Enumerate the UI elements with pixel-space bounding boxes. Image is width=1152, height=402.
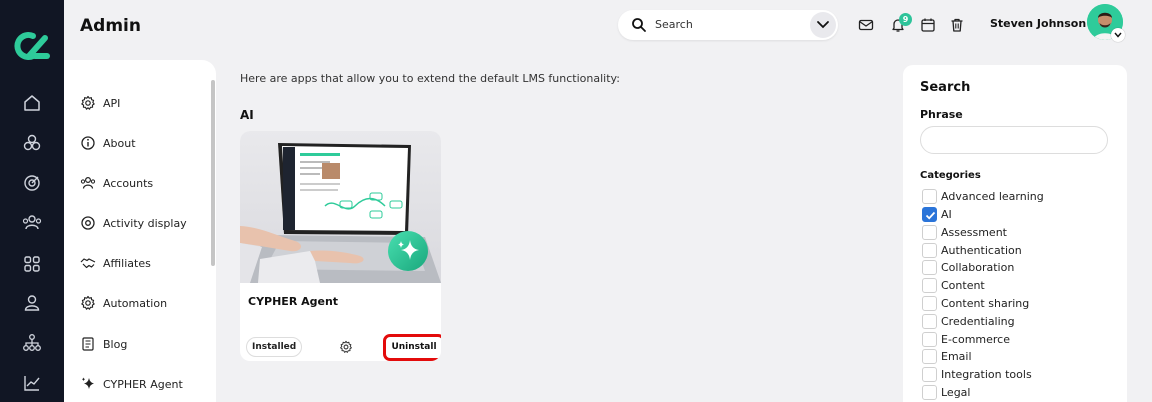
phrase-input[interactable] xyxy=(920,126,1108,154)
category-label: Collaboration xyxy=(941,260,1015,274)
notification-badge: 9 xyxy=(899,13,912,26)
nav-item-label: Accounts xyxy=(103,176,154,190)
category-authentication[interactable]: Authentication xyxy=(922,242,1022,258)
nav-item-label: Affiliates xyxy=(103,256,151,270)
global-search[interactable]: Search xyxy=(618,10,838,40)
phrase-label: Phrase xyxy=(920,108,963,121)
users-group-icon[interactable] xyxy=(22,213,42,233)
category-advanced-learning[interactable]: Advanced learning xyxy=(922,188,1044,204)
checkbox[interactable] xyxy=(922,224,937,240)
activity-icon xyxy=(81,216,95,230)
category-integration-tools[interactable]: Integration tools xyxy=(922,366,1032,382)
category-label: Email xyxy=(941,349,972,363)
nav-item-label: Automation xyxy=(103,296,168,310)
app-thumbnail xyxy=(240,131,441,283)
settings-icon[interactable] xyxy=(339,340,353,354)
category-credentialing[interactable]: Credentialing xyxy=(922,313,1015,329)
checkbox[interactable] xyxy=(922,313,937,329)
checkbox[interactable] xyxy=(922,366,937,382)
checkbox[interactable] xyxy=(922,242,937,258)
category-label: Credentialing xyxy=(941,314,1015,328)
checkbox[interactable] xyxy=(922,277,937,293)
nav-item-activity-display[interactable]: Activity display xyxy=(80,212,187,234)
nav-item-cypher-agent[interactable]: CYPHER Agent xyxy=(80,373,183,395)
blog-icon xyxy=(82,337,94,351)
nav-item-label: Activity display xyxy=(103,216,187,230)
search-scope-dropdown[interactable] xyxy=(810,12,836,38)
app-rail xyxy=(0,0,64,402)
nav-item-accounts[interactable]: Accounts xyxy=(80,172,153,194)
accounts-icon xyxy=(80,176,96,189)
checkbox[interactable] xyxy=(922,384,937,400)
checkbox[interactable] xyxy=(922,188,937,204)
category-label: Authentication xyxy=(941,243,1022,257)
search-label: Search xyxy=(655,18,693,31)
user-menu-toggle[interactable] xyxy=(1111,28,1125,42)
category-ai[interactable]: AI xyxy=(922,206,952,222)
grid-icon[interactable] xyxy=(22,254,42,274)
nav-item-label: About xyxy=(103,136,136,150)
hierarchy-icon[interactable] xyxy=(22,333,42,353)
check-icon xyxy=(925,211,936,219)
category-label: Assessment xyxy=(941,225,1007,239)
installed-badge: Installed xyxy=(246,337,303,357)
category-content[interactable]: Content xyxy=(922,277,985,293)
nav-item-label: Blog xyxy=(103,337,128,351)
checkbox[interactable] xyxy=(922,331,937,347)
chart-icon[interactable] xyxy=(22,373,42,393)
chevron-down-icon xyxy=(1114,32,1122,38)
nav-item-automation[interactable]: Automation xyxy=(80,292,167,314)
checkbox[interactable] xyxy=(922,348,937,364)
app-name: CYPHER Agent xyxy=(248,295,339,308)
category-label: Content sharing xyxy=(941,296,1030,310)
handshake-icon xyxy=(80,258,96,269)
page-title: Admin xyxy=(80,16,141,36)
courses-icon[interactable] xyxy=(22,133,42,153)
brand-logo[interactable] xyxy=(11,30,51,62)
nav-item-blog[interactable]: Blog xyxy=(80,333,127,355)
checkbox[interactable] xyxy=(922,259,937,275)
calendar-icon[interactable] xyxy=(920,17,936,33)
intro-text: Here are apps that allow you to extend t… xyxy=(240,72,620,85)
nav-item-label: CYPHER Agent xyxy=(103,377,183,391)
search-icon xyxy=(632,18,646,32)
filter-title: Search xyxy=(920,80,971,95)
category-label: Advanced learning xyxy=(941,189,1044,203)
home-icon[interactable] xyxy=(22,93,42,113)
nav-item-api[interactable]: API xyxy=(80,92,120,114)
trash-icon[interactable] xyxy=(949,17,965,33)
category-e-commerce[interactable]: E-commerce xyxy=(922,331,1010,347)
categories-label: Categories xyxy=(920,170,981,181)
category-legal[interactable]: Legal xyxy=(922,384,970,400)
category-label: Integration tools xyxy=(941,367,1032,381)
category-assessment[interactable]: Assessment xyxy=(922,224,1007,240)
nav-item-label: API xyxy=(103,96,121,110)
checkbox[interactable] xyxy=(922,206,937,222)
nav-item-about[interactable]: About xyxy=(80,132,136,154)
category-label: AI xyxy=(941,207,952,221)
category-collaboration[interactable]: Collaboration xyxy=(922,259,1014,275)
category-email[interactable]: Email xyxy=(922,348,972,364)
uninstall-button[interactable]: Uninstall xyxy=(383,334,441,361)
checkbox[interactable] xyxy=(922,295,937,311)
category-label: Content xyxy=(941,278,985,292)
user-name[interactable]: Steven Johnson xyxy=(990,17,1086,30)
category-label: Legal xyxy=(941,385,971,399)
chevron-down-icon xyxy=(817,21,829,29)
category-content-sharing[interactable]: Content sharing xyxy=(922,295,1029,311)
sparkle-icon xyxy=(82,377,94,389)
gear-icon xyxy=(81,295,95,310)
section-title: AI xyxy=(240,108,254,122)
nav-scrollbar[interactable] xyxy=(211,80,215,266)
nav-item-affiliates[interactable]: Affiliates xyxy=(80,252,151,274)
category-label: E-commerce xyxy=(941,332,1010,346)
gear-icon xyxy=(81,95,95,110)
app-card[interactable]: CYPHER Agent Installed Uninstall xyxy=(240,131,441,361)
user-icon[interactable] xyxy=(22,293,42,313)
target-icon[interactable] xyxy=(22,173,42,193)
mail-icon[interactable] xyxy=(858,17,874,33)
info-icon xyxy=(81,136,95,150)
